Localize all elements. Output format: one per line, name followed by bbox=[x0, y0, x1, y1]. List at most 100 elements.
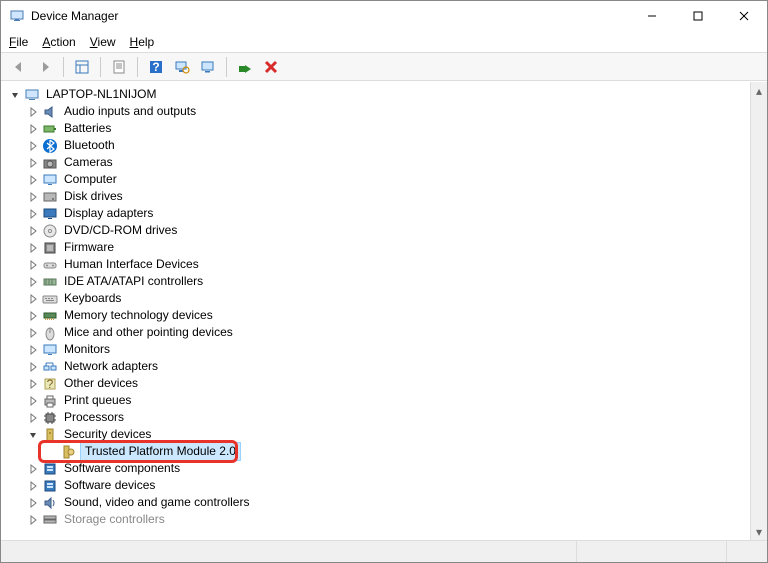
tree-category[interactable]: Bluetooth bbox=[4, 137, 750, 154]
expand-icon[interactable] bbox=[26, 479, 40, 493]
node-label: Software devices bbox=[62, 477, 157, 494]
tree-category[interactable]: Network adapters bbox=[4, 358, 750, 375]
svg-text:?: ? bbox=[47, 377, 54, 391]
tree-category[interactable]: Batteries bbox=[4, 120, 750, 137]
menu-file[interactable]: File bbox=[9, 35, 28, 49]
scroll-down-button[interactable]: ▾ bbox=[751, 523, 767, 540]
tree-category[interactable]: Firmware bbox=[4, 239, 750, 256]
expand-icon[interactable] bbox=[26, 377, 40, 391]
expand-icon[interactable] bbox=[26, 258, 40, 272]
tree-category[interactable]: ? Other devices bbox=[4, 375, 750, 392]
tree-category[interactable]: Keyboards bbox=[4, 290, 750, 307]
status-cell bbox=[1, 541, 577, 562]
tree-category[interactable]: Security devices bbox=[4, 426, 750, 443]
collapse-icon[interactable] bbox=[8, 88, 22, 102]
show-hide-tree-button[interactable] bbox=[70, 55, 94, 79]
back-button[interactable] bbox=[7, 55, 31, 79]
node-label: Monitors bbox=[62, 341, 112, 358]
properties-button[interactable] bbox=[107, 55, 131, 79]
tree-root-node[interactable]: LAPTOP-NL1NIJOM bbox=[4, 86, 750, 103]
tree-category[interactable]: IDE ATA/ATAPI controllers bbox=[4, 273, 750, 290]
expand-icon[interactable] bbox=[26, 343, 40, 357]
minimize-button[interactable] bbox=[629, 1, 675, 31]
tree-category[interactable]: Cameras bbox=[4, 154, 750, 171]
menu-help[interactable]: Help bbox=[130, 35, 155, 49]
tree-category[interactable]: Disk drives bbox=[4, 188, 750, 205]
device-tree[interactable]: LAPTOP-NL1NIJOMAudio inputs and outputsB… bbox=[1, 82, 750, 540]
expand-icon[interactable] bbox=[26, 139, 40, 153]
battery-icon bbox=[42, 121, 58, 137]
expand-icon[interactable] bbox=[26, 105, 40, 119]
node-label: Firmware bbox=[62, 239, 116, 256]
uninstall-device-button[interactable] bbox=[259, 55, 283, 79]
tree-category[interactable]: Print queues bbox=[4, 392, 750, 409]
expand-icon[interactable] bbox=[26, 326, 40, 340]
camera-icon bbox=[42, 155, 58, 171]
speaker-icon bbox=[42, 104, 58, 120]
tree-category[interactable]: DVD/CD-ROM drives bbox=[4, 222, 750, 239]
forward-button[interactable] bbox=[33, 55, 57, 79]
network-icon bbox=[42, 359, 58, 375]
menu-view[interactable]: View bbox=[90, 35, 116, 49]
tree-category[interactable]: Memory technology devices bbox=[4, 307, 750, 324]
tree-category[interactable]: Monitors bbox=[4, 341, 750, 358]
expand-icon[interactable] bbox=[26, 394, 40, 408]
expand-icon[interactable] bbox=[26, 190, 40, 204]
software-icon bbox=[42, 478, 58, 494]
collapse-icon[interactable] bbox=[26, 428, 40, 442]
security-icon bbox=[42, 427, 58, 443]
tree-category[interactable]: Display adapters bbox=[4, 205, 750, 222]
scroll-up-button[interactable]: ▴ bbox=[751, 82, 767, 99]
svg-text:?: ? bbox=[152, 60, 159, 74]
tree-category[interactable]: Software components bbox=[4, 460, 750, 477]
titlebar-left: Device Manager bbox=[9, 8, 118, 24]
expand-icon[interactable] bbox=[26, 309, 40, 323]
ide-icon bbox=[42, 274, 58, 290]
tree-device[interactable]: Trusted Platform Module 2.0 bbox=[4, 443, 750, 460]
expand-icon[interactable] bbox=[26, 156, 40, 170]
storage-icon bbox=[42, 512, 58, 528]
expand-icon[interactable] bbox=[26, 275, 40, 289]
node-label: Audio inputs and outputs bbox=[62, 103, 198, 120]
node-label: Sound, video and game controllers bbox=[62, 494, 251, 511]
menubar: File Action View Help bbox=[1, 31, 767, 53]
scan-button[interactable] bbox=[170, 55, 194, 79]
expand-icon[interactable] bbox=[26, 292, 40, 306]
tree-category[interactable]: Processors bbox=[4, 409, 750, 426]
maximize-button[interactable] bbox=[675, 1, 721, 31]
expand-icon[interactable] bbox=[26, 513, 40, 527]
tree-category[interactable]: Audio inputs and outputs bbox=[4, 103, 750, 120]
tree-category[interactable]: Mice and other pointing devices bbox=[4, 324, 750, 341]
window-controls bbox=[629, 1, 767, 31]
expand-icon[interactable] bbox=[26, 360, 40, 374]
node-label: IDE ATA/ATAPI controllers bbox=[62, 273, 205, 290]
help-button[interactable]: ? bbox=[144, 55, 168, 79]
close-button[interactable] bbox=[721, 1, 767, 31]
tree-category[interactable]: Computer bbox=[4, 171, 750, 188]
cpu-icon bbox=[42, 410, 58, 426]
node-label: DVD/CD-ROM drives bbox=[62, 222, 179, 239]
update-driver-button[interactable] bbox=[196, 55, 220, 79]
tree-category[interactable]: Software devices bbox=[4, 477, 750, 494]
expand-icon[interactable] bbox=[26, 224, 40, 238]
tree-category[interactable]: Sound, video and game controllers bbox=[4, 494, 750, 511]
tpm-icon bbox=[60, 444, 76, 460]
expand-icon[interactable] bbox=[26, 122, 40, 136]
enable-device-button[interactable] bbox=[233, 55, 257, 79]
expand-icon[interactable] bbox=[26, 496, 40, 510]
display-icon bbox=[42, 206, 58, 222]
node-label: Other devices bbox=[62, 375, 140, 392]
expand-icon[interactable] bbox=[26, 462, 40, 476]
titlebar: Device Manager bbox=[1, 1, 767, 31]
firmware-icon bbox=[42, 240, 58, 256]
node-label: Network adapters bbox=[62, 358, 160, 375]
tree-category[interactable]: Human Interface Devices bbox=[4, 256, 750, 273]
expand-icon[interactable] bbox=[26, 207, 40, 221]
expand-icon[interactable] bbox=[26, 173, 40, 187]
toolbar-separator bbox=[63, 57, 64, 77]
expand-icon[interactable] bbox=[26, 411, 40, 425]
expand-icon[interactable] bbox=[26, 241, 40, 255]
menu-action[interactable]: Action bbox=[42, 35, 75, 49]
tree-category[interactable]: Storage controllers bbox=[4, 511, 750, 528]
vertical-scrollbar[interactable]: ▴ ▾ bbox=[750, 82, 767, 540]
